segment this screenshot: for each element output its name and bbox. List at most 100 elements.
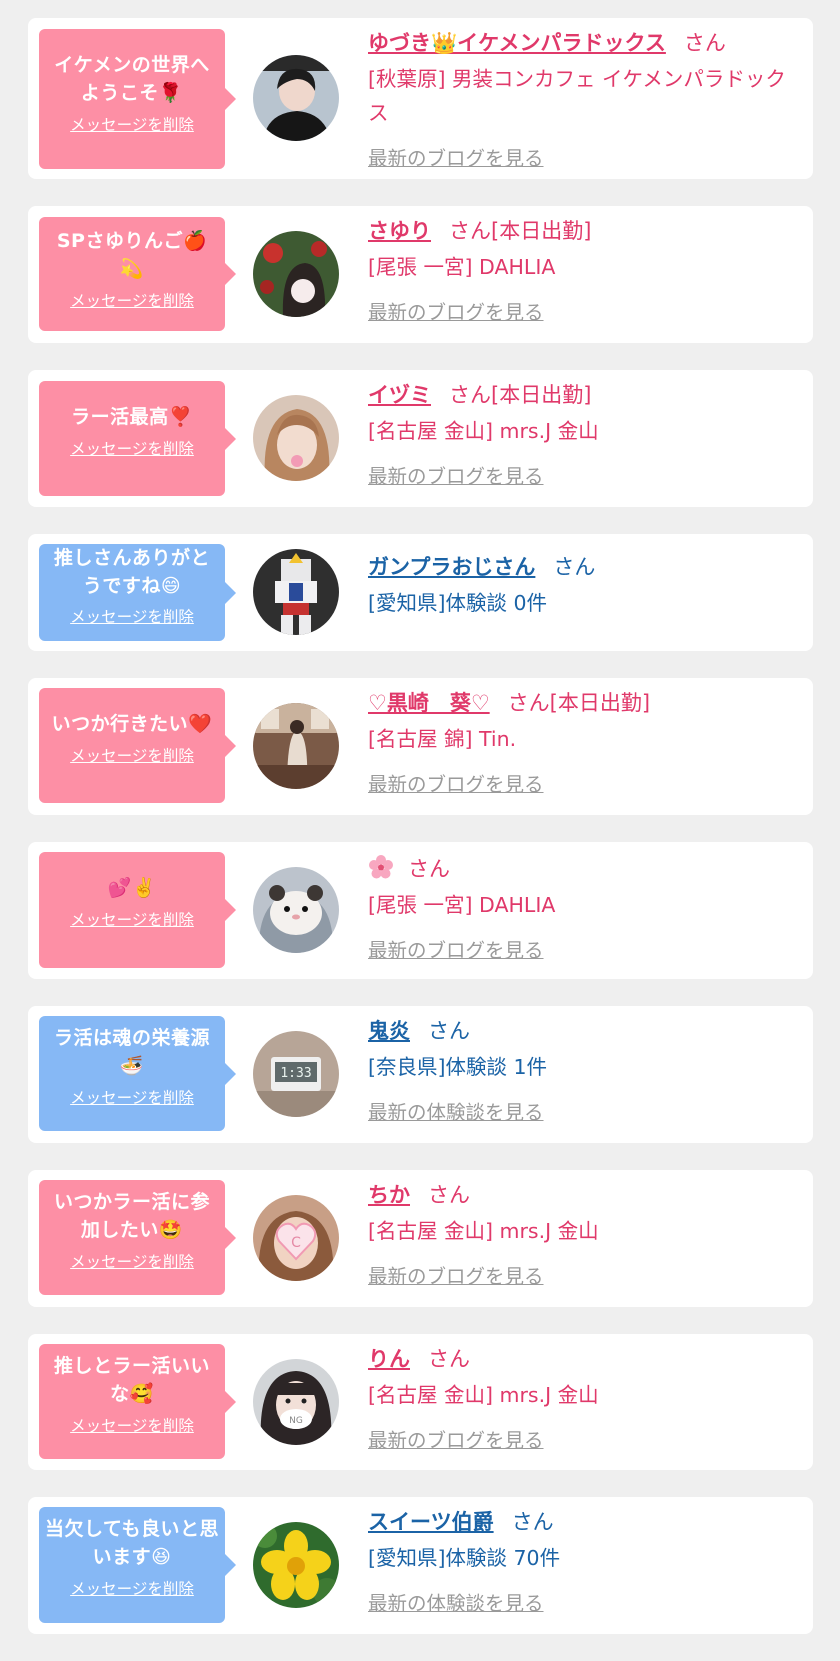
svg-text:C: C — [291, 1235, 301, 1251]
avatar[interactable]: 1:33 — [253, 1031, 339, 1117]
honorific: さん — [507, 691, 550, 715]
avatar[interactable] — [253, 395, 339, 481]
delete-message-link[interactable]: メッセージを削除 — [70, 1086, 194, 1108]
profile-name-link[interactable]: 鬼炎 — [368, 1019, 410, 1043]
message-list: イケメンの世界へようこそ🌹 メッセージを削除 ゆづき👑イケメンパラドックス さん … — [0, 0, 840, 1634]
bubble-message: いつか行きたい❤️ — [51, 713, 213, 735]
avatar-woman-blonde-hair — [253, 395, 339, 481]
profile-info: りん さん [名古屋 金山] mrs.J 金山 最新のブログを見る — [368, 1346, 799, 1453]
avatar[interactable] — [253, 549, 339, 635]
profile-name-link[interactable]: イヅミ — [368, 383, 431, 407]
profile-info: さん [尾張 一宮] DAHLIA 最新のブログを見る — [368, 854, 799, 963]
latest-blog-link[interactable]: 最新のブログを見る — [368, 1424, 544, 1453]
latest-blog-link[interactable]: 最新のブログを見る — [368, 934, 544, 963]
delete-message-link[interactable]: メッセージを削除 — [70, 744, 194, 766]
shop-info: [名古屋 錦] Tin. — [368, 727, 517, 751]
bubble-message: SPさゆりんご🍎💫 — [56, 230, 208, 280]
profile-name-link[interactable]: ちか — [368, 1183, 410, 1207]
profile-info: ゆづき👑イケメンパラドックス さん [秋葉原] 男装コンカフェ イケメンパラドック… — [368, 30, 799, 171]
shop-info: [尾張 一宮] DAHLIA — [368, 255, 556, 279]
avatar[interactable]: C — [253, 1195, 339, 1281]
cherry-blossom-icon[interactable] — [368, 854, 394, 880]
latest-review-link[interactable]: 最新の体験談を見る — [368, 1096, 544, 1125]
avatar-woman-in-room — [253, 703, 339, 789]
avatar[interactable] — [253, 703, 339, 789]
message-card: 推しとラー活いいな🥰 メッセージを削除 NG りん さん [名古屋 金山] mrs… — [28, 1334, 813, 1470]
profile-name-link[interactable]: りん — [368, 1347, 410, 1371]
message-card: いつか行きたい❤️ メッセージを削除 ♡黒崎 葵♡ さん[本日出勤] [名古屋 錦… — [28, 678, 813, 815]
bubble-message: 当欠しても良いと思います😆 — [45, 1518, 219, 1568]
delete-message-link[interactable]: メッセージを削除 — [70, 289, 194, 311]
profile-info: ♡黒崎 葵♡ さん[本日出勤] [名古屋 錦] Tin. 最新のブログを見る — [368, 690, 799, 797]
bubble-message: 推しさんありがとうですね😄 — [53, 547, 210, 597]
attendance-status: [本日出勤] — [491, 383, 592, 407]
profile-info: ガンプラおじさん さん [愛知県]体験談 0件 — [368, 554, 799, 620]
shop-info: [愛知県]体験談 0件 — [368, 591, 548, 615]
shop-info: [愛知県]体験談 70件 — [368, 1546, 561, 1570]
bubble-message: いつかラー活に参加したい🤩 — [53, 1191, 210, 1241]
bubble-message: 推しとラー活いいな🥰 — [53, 1355, 210, 1405]
svg-text:NG: NG — [289, 1416, 303, 1426]
message-card: イケメンの世界へようこそ🌹 メッセージを削除 ゆづき👑イケメンパラドックス さん … — [28, 18, 813, 179]
profile-name-link[interactable]: さゆり — [368, 219, 431, 243]
latest-blog-link[interactable]: 最新のブログを見る — [368, 1260, 544, 1289]
honorific: さん — [449, 219, 491, 243]
message-bubble: いつか行きたい❤️ メッセージを削除 — [39, 688, 236, 803]
message-card: 💕✌️ メッセージを削除 さん [尾張 一宮] DAHLIA 最新のブログを見る — [28, 842, 813, 979]
avatar-girl-with-mask: NG — [253, 1359, 339, 1445]
delete-message-link[interactable]: メッセージを削除 — [70, 908, 194, 930]
profile-name-link[interactable]: ガンプラおじさん — [368, 555, 535, 579]
profile-info: さゆり さん[本日出勤] [尾張 一宮] DAHLIA 最新のブログを見る — [368, 218, 799, 325]
message-card: ラ活は魂の栄養源🍜 メッセージを削除 1:33 鬼炎 さん [奈良県]体験談 1件… — [28, 1006, 813, 1143]
profile-info: ちか さん [名古屋 金山] mrs.J 金山 最新のブログを見る — [368, 1182, 799, 1289]
avatar[interactable] — [253, 867, 339, 953]
shop-info: [名古屋 金山] mrs.J 金山 — [368, 1383, 599, 1407]
avatar-woman-with-fruit — [253, 231, 339, 317]
profile-name-link[interactable]: ♡黒崎 葵♡ — [368, 691, 490, 715]
avatar[interactable] — [253, 1522, 339, 1608]
avatar-dark-costume-person — [253, 55, 339, 141]
message-bubble: イケメンの世界へようこそ🌹 メッセージを削除 — [39, 29, 236, 169]
shop-info: [名古屋 金山] mrs.J 金山 — [368, 1219, 599, 1243]
latest-blog-link[interactable]: 最新のブログを見る — [368, 768, 544, 797]
message-bubble: ラ活は魂の栄養源🍜 メッセージを削除 — [39, 1016, 236, 1131]
bubble-message: ラー活最高❣️ — [71, 406, 193, 428]
message-bubble: いつかラー活に参加したい🤩 メッセージを削除 — [39, 1180, 236, 1295]
avatar[interactable] — [253, 55, 339, 141]
latest-blog-link[interactable]: 最新のブログを見る — [368, 142, 544, 171]
profile-name-link[interactable]: スイーツ伯爵 — [368, 1510, 494, 1534]
shop-info: [尾張 一宮] DAHLIA — [368, 893, 556, 917]
latest-blog-link[interactable]: 最新のブログを見る — [368, 460, 544, 489]
delete-message-link[interactable]: メッセージを削除 — [70, 605, 194, 627]
shop-info: [秋葉原] 男装コンカフェ イケメンパラドックス — [368, 67, 786, 125]
message-bubble: 💕✌️ メッセージを削除 — [39, 852, 236, 968]
latest-blog-link[interactable]: 最新のブログを見る — [368, 296, 544, 325]
profile-info: スイーツ伯爵 さん [愛知県]体験談 70件 最新の体験談を見る — [368, 1509, 799, 1616]
delete-message-link[interactable]: メッセージを削除 — [70, 113, 194, 135]
bubble-message: 💕✌️ — [107, 877, 157, 899]
bubble-message: イケメンの世界へようこそ🌹 — [54, 54, 210, 104]
honorific: さん — [683, 31, 726, 55]
avatar[interactable] — [253, 231, 339, 317]
avatar[interactable]: NG — [253, 1359, 339, 1445]
latest-review-link[interactable]: 最新の体験談を見る — [368, 1587, 544, 1616]
honorific: さん — [428, 1019, 470, 1043]
avatar-yellow-flower — [253, 1522, 339, 1608]
message-bubble: 推しとラー活いいな🥰 メッセージを削除 — [39, 1344, 236, 1459]
delete-message-link[interactable]: メッセージを削除 — [70, 1414, 194, 1436]
message-card: ラー活最高❣️ メッセージを削除 イヅミ さん[本日出勤] [名古屋 金山] mr… — [28, 370, 813, 507]
avatar-heart-sticker-face: C — [253, 1195, 339, 1281]
delete-message-link[interactable]: メッセージを削除 — [70, 1250, 194, 1272]
delete-message-link[interactable]: メッセージを削除 — [70, 1577, 194, 1599]
avatar-gundam-model — [253, 549, 339, 635]
message-card: 推しさんありがとうですね😄 メッセージを削除 ガンプラおじさん さん [愛知県]体… — [28, 534, 813, 651]
delete-message-link[interactable]: メッセージを削除 — [70, 437, 194, 459]
honorific: さん — [428, 1183, 470, 1207]
honorific: さん — [408, 857, 450, 881]
profile-name-link[interactable]: ゆづき👑イケメンパラドックス — [368, 31, 666, 55]
honorific: さん — [428, 1347, 470, 1371]
avatar-hamster-face — [253, 867, 339, 953]
message-bubble: ラー活最高❣️ メッセージを削除 — [39, 381, 236, 496]
honorific: さん — [449, 383, 491, 407]
bubble-message: ラ活は魂の栄養源🍜 — [53, 1027, 210, 1077]
